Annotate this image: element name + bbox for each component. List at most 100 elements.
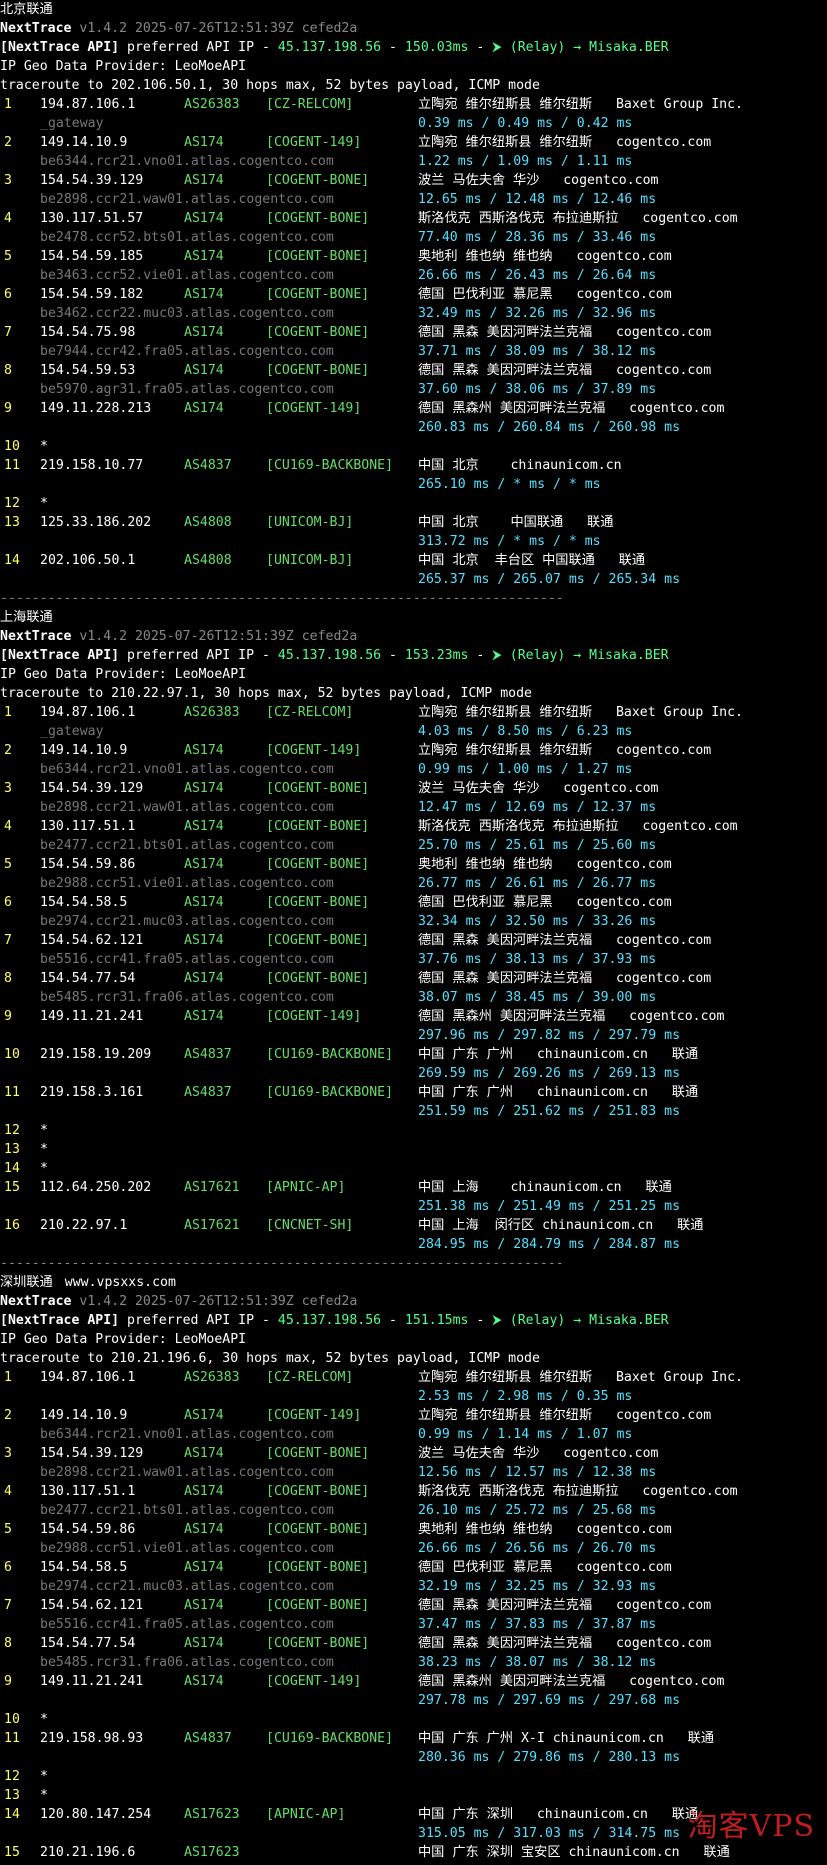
hop-row: 7 154.54.75.98 AS174 [COGENT-BONE] 德国 黑森 美因河… [0, 323, 827, 342]
hop-ip: 154.54.59.86 [40, 1522, 136, 1537]
hop-number: 5 [4, 1522, 12, 1537]
hop-netname: [APNIC-AP] [266, 1807, 346, 1822]
hop-geo: 中国 广东 深圳 宝安区 chinaunicom.cn 联通 [418, 1845, 730, 1860]
hop-geo: 德国 黑森 美因河畔法兰克福 cogentco.com [418, 1636, 712, 1651]
hop-number: 1 [4, 97, 12, 112]
api-text: preferred API IP - [119, 648, 278, 663]
hop-rdns: be2477.ccr21.bts01.atlas.cogentco.com [40, 1503, 334, 1518]
hop-rdns: be2988.ccr51.vie01.atlas.cogentco.com [40, 876, 334, 891]
hop-rtt: 284.95 ms / 284.79 ms / 284.87 ms [418, 1237, 681, 1252]
app-name: NextTrace [0, 629, 72, 644]
hop-asn: AS174 [184, 781, 224, 796]
version-line: NextTrace v1.4.2 2025-07-26T12:51:39Z ce… [0, 19, 827, 38]
hop-geo: 中国 广东 广州 chinaunicom.cn 联通 [418, 1047, 699, 1062]
hop-detail-row: be2477.ccr21.bts01.atlas.cogentco.com 25.… [0, 836, 827, 855]
hop-row: 12 * [0, 1767, 827, 1786]
hop-rtt: 269.59 ms / 269.26 ms / 269.13 ms [418, 1066, 681, 1081]
hop-asn: AS174 [184, 1636, 224, 1651]
hop-detail-row: 265.10 ms / * ms / * ms [0, 475, 827, 494]
hop-asn: AS4808 [184, 553, 232, 568]
hop-netname: [COGENT-BONE] [266, 933, 370, 948]
hop-rdns: be2974.ccr21.muc03.atlas.cogentco.com [40, 914, 334, 929]
hop-number: 12 [4, 1769, 20, 1784]
hop-number: 5 [4, 857, 12, 872]
hop-detail-row: be5485.rcr31.fra06.atlas.cogentco.com 38.… [0, 988, 827, 1007]
app-name: NextTrace [0, 1294, 72, 1309]
api-relay: (Relay) → Misaka.BER [509, 1313, 669, 1328]
app-name: NextTrace [0, 21, 72, 36]
site-url: www.vpsxxs.com [64, 1275, 176, 1290]
hop-number: 10 [4, 1047, 20, 1062]
hop-row: 9 149.11.228.213 AS174 [COGENT-149] 德国 黑森州 美… [0, 399, 827, 418]
hop-asn: AS174 [184, 1598, 224, 1613]
hop-rtt: 37.60 ms / 38.06 ms / 37.89 ms [418, 382, 657, 397]
hop-ip: 219.158.98.93 [40, 1731, 144, 1746]
hop-row: 12 * [0, 494, 827, 513]
api-ip: 45.137.198.56 [277, 1313, 382, 1328]
hop-netname: [CU169-BACKBONE] [266, 1085, 394, 1100]
hop-rdns: be2988.ccr51.vie01.atlas.cogentco.com [40, 1541, 334, 1556]
hop-geo: 德国 黑森州 美因河畔法兰克福 cogentco.com [418, 1009, 725, 1024]
traceroute-line: traceroute to 210.22.97.1, 30 hops max, … [0, 686, 532, 701]
hop-rtt: 260.83 ms / 260.84 ms / 260.98 ms [418, 420, 681, 435]
hop-netname: [COGENT-BONE] [266, 781, 370, 796]
relay-icon: ⮞ [492, 40, 510, 55]
hop-rdns: be6344.rcr21.vno01.atlas.cogentco.com [40, 154, 334, 169]
hop-ip: * [40, 1142, 48, 1157]
hop-asn: AS174 [184, 1484, 224, 1499]
hop-netname: [COGENT-BONE] [266, 249, 370, 264]
hop-detail-row: be5516.ccr41.fra05.atlas.cogentco.com 37.… [0, 1615, 827, 1634]
hop-geo: 德国 黑森州 美因河畔法兰克福 cogentco.com [418, 401, 725, 416]
hop-number: 15 [4, 1180, 20, 1195]
hop-detail-row: be6344.rcr21.vno01.atlas.cogentco.com 0.9… [0, 1425, 827, 1444]
hop-ip: 210.22.97.1 [40, 1218, 128, 1233]
hop-row: 13 * [0, 1140, 827, 1159]
hop-number: 16 [4, 1218, 20, 1233]
hop-number: 9 [4, 401, 12, 416]
hop-asn: AS174 [184, 1009, 224, 1024]
hop-netname: [CU169-BACKBONE] [266, 1047, 394, 1062]
hop-detail-row: be5970.agr31.fra05.atlas.cogentco.com 37.… [0, 380, 827, 399]
hop-rtt: 265.10 ms / * ms / * ms [418, 477, 601, 492]
hop-rtt: 297.96 ms / 297.82 ms / 297.79 ms [418, 1028, 681, 1043]
hop-asn: AS17621 [184, 1218, 240, 1233]
hop-asn: AS17623 [184, 1845, 240, 1860]
hop-row: 4 130.117.51.1 AS174 [COGENT-BONE] 斯洛伐克 西斯洛伐… [0, 1482, 827, 1501]
hop-number: 3 [4, 173, 12, 188]
hop-rtt: 0.99 ms / 1.00 ms / 1.27 ms [418, 762, 633, 777]
hop-ip: 154.54.75.98 [40, 325, 136, 340]
hop-number: 6 [4, 1560, 12, 1575]
hop-geo: 德国 巴伐利亚 慕尼黑 cogentco.com [418, 1560, 672, 1575]
hop-row: 15 112.64.250.202 AS17621 [APNIC-AP] 中国 上海 c… [0, 1178, 827, 1197]
hop-netname: [CU169-BACKBONE] [266, 1731, 394, 1746]
hop-netname: [COGENT-BONE] [266, 857, 370, 872]
hop-detail-row: be2477.ccr21.bts01.atlas.cogentco.com 26.… [0, 1501, 827, 1520]
hop-number: 9 [4, 1009, 12, 1024]
hop-rtt: 38.07 ms / 38.45 ms / 39.00 ms [418, 990, 657, 1005]
hop-rtt: 4.03 ms / 8.50 ms / 6.23 ms [418, 724, 633, 739]
hop-asn: AS4837 [184, 1047, 232, 1062]
api-ip: 45.137.198.56 [277, 648, 382, 663]
hop-detail-row: 251.38 ms / 251.49 ms / 251.25 ms [0, 1197, 827, 1216]
hop-geo: 奥地利 维也纳 维也纳 cogentco.com [418, 857, 672, 872]
section-separator: ----------------------------------------… [0, 591, 564, 606]
hop-rdns: be5485.rcr31.fra06.atlas.cogentco.com [40, 1655, 334, 1670]
hop-rdns: be6344.rcr21.vno01.atlas.cogentco.com [40, 762, 334, 777]
hop-row: 11 219.158.98.93 AS4837 [CU169-BACKBONE] 中国 … [0, 1729, 827, 1748]
hop-detail-row: 297.96 ms / 297.82 ms / 297.79 ms [0, 1026, 827, 1045]
api-dash: - [381, 1313, 405, 1328]
hop-row: 15 210.21.196.6 AS17623 中国 广东 深圳 宝安区 chinau… [0, 1843, 827, 1862]
hop-geo: 中国 北京 中国联通 联通 [418, 515, 614, 530]
hop-number: 4 [4, 819, 12, 834]
hop-row: 13 125.33.186.202 AS4808 [UNICOM-BJ] 中国 北京 中… [0, 513, 827, 532]
hop-detail-row: be5516.ccr41.fra05.atlas.cogentco.com 37.… [0, 950, 827, 969]
hop-row: 7 154.54.62.121 AS174 [COGENT-BONE] 德国 黑森 美因… [0, 931, 827, 950]
hop-geo: 德国 黑森 美因河畔法兰克福 cogentco.com [418, 363, 712, 378]
hop-rtt: 25.70 ms / 25.61 ms / 25.60 ms [418, 838, 657, 853]
hop-number: 10 [4, 439, 20, 454]
hop-geo: 中国 上海 闵行区 chinaunicom.cn 联通 [418, 1218, 704, 1233]
hop-row: 10 219.158.19.209 AS4837 [CU169-BACKBONE] 中国… [0, 1045, 827, 1064]
hop-row: 2 149.14.10.9 AS174 [COGENT-149] 立陶宛 维尔纽斯县 维… [0, 133, 827, 152]
hop-netname: [COGENT-149] [266, 1674, 362, 1689]
hop-rtt: 37.47 ms / 37.83 ms / 37.87 ms [418, 1617, 657, 1632]
